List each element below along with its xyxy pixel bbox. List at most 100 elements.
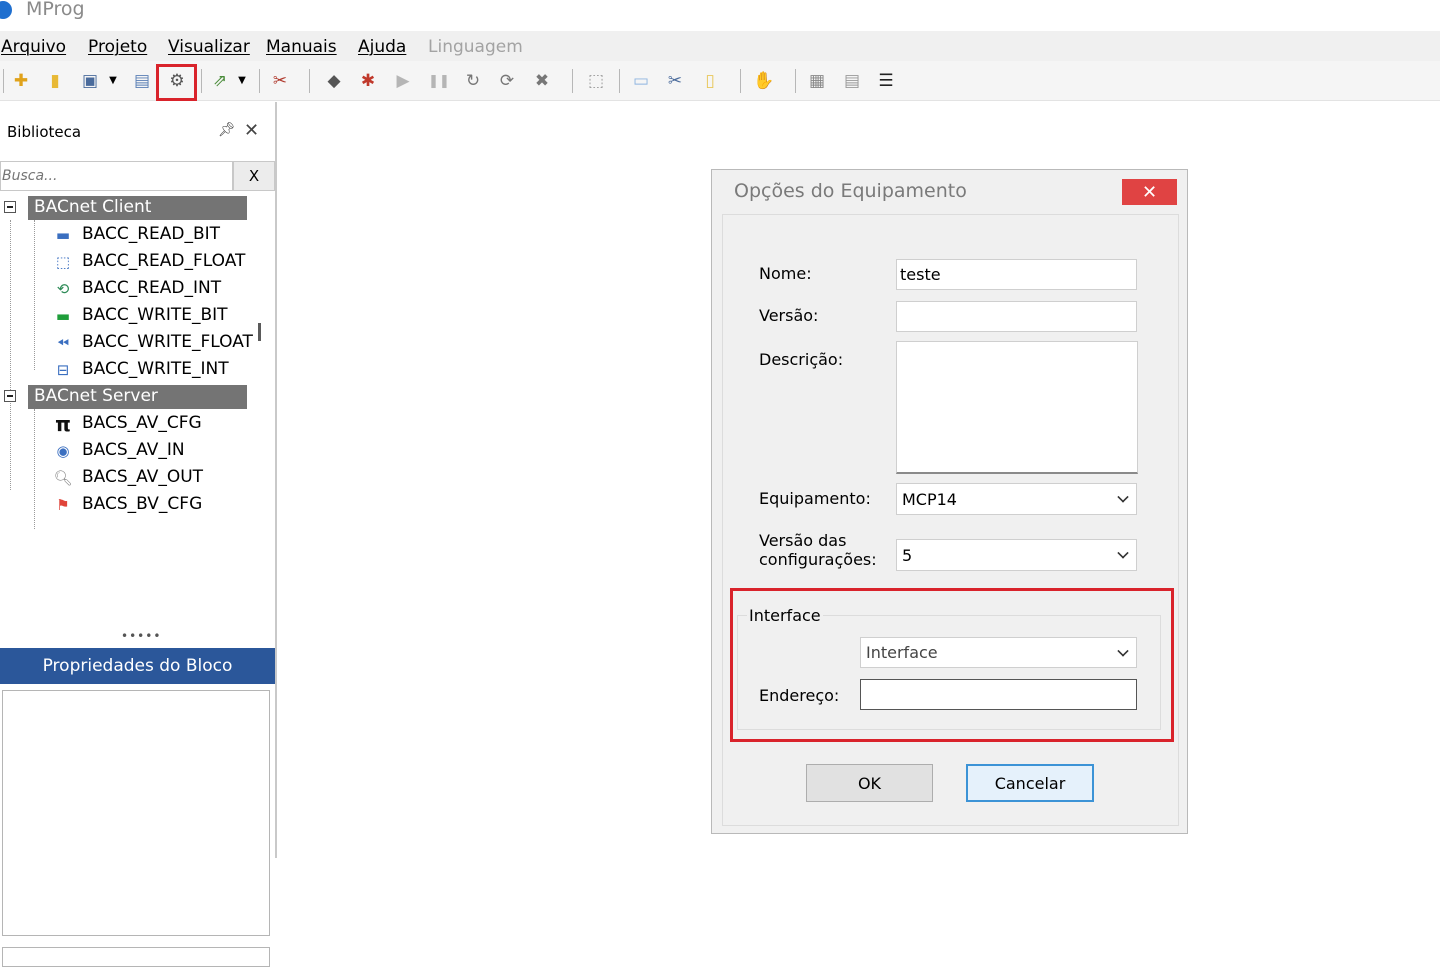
tree-item-label: BACS_AV_CFG — [82, 413, 202, 433]
cancel-button[interactable]: Cancelar — [966, 764, 1094, 802]
library-search-input[interactable] — [0, 161, 233, 191]
library-header: Biblioteca 📌︎ ✕ — [0, 102, 275, 158]
collapse-icon[interactable] — [4, 390, 16, 402]
interface-select-value: Interface — [866, 643, 938, 662]
green-bar-icon: ▬ — [55, 307, 71, 325]
tree-item-label: BACC_READ_INT — [82, 278, 222, 298]
tree-item-bacc-write-float[interactable]: ⏪︎ BACC_WRITE_FLOAT — [52, 329, 253, 356]
export-icon[interactable]: ⇗ — [209, 70, 231, 92]
tree-item-label: BACS_BV_CFG — [82, 494, 203, 514]
versao-label: Versão: — [759, 306, 819, 325]
splitter-handle[interactable]: ••••• — [121, 629, 161, 643]
menu-bar: Arquivo Projeto Visualizar Manuais Ajuda… — [0, 31, 1440, 61]
toolbar-separator — [309, 69, 310, 93]
menu-ajuda[interactable]: Ajuda — [358, 37, 406, 57]
group-label: BACnet Server — [34, 386, 158, 406]
tree-item-label: BACC_WRITE_FLOAT — [82, 332, 253, 352]
properties-header: Propriedades do Bloco — [0, 648, 275, 684]
close-icon[interactable]: ✕ — [244, 120, 259, 141]
list-icon[interactable]: ☰ — [875, 70, 897, 92]
stop-icon[interactable]: ✖ — [531, 70, 553, 92]
pause-icon[interactable]: ❚❚ — [428, 70, 450, 92]
flag-icon: ⚑ — [56, 496, 70, 514]
title-bar: MProg — [0, 0, 1440, 30]
tree-item-bacc-write-int[interactable]: ⊟ BACC_WRITE_INT — [52, 356, 252, 383]
descricao-label: Descrição: — [759, 350, 844, 369]
versao-config-select[interactable]: 5 — [896, 539, 1137, 571]
refresh-icon[interactable]: ⟳ — [496, 70, 518, 92]
endereco-label: Endereço: — [759, 686, 840, 705]
rewind-icon: ⏪︎ — [56, 334, 69, 352]
menu-projeto[interactable]: Projeto — [88, 37, 147, 57]
magnifier-icon: 🔍︎ — [53, 469, 73, 487]
chevron-down-icon — [1117, 644, 1129, 657]
paste-icon[interactable]: ▯ — [699, 70, 721, 92]
step-icon[interactable]: ↻ — [462, 70, 484, 92]
equipamento-select[interactable]: MCP14 — [896, 483, 1137, 515]
menu-linguagem[interactable]: Linguagem — [428, 37, 523, 57]
export-dropdown-icon[interactable]: ▼ — [235, 70, 249, 92]
print-icon[interactable]: ▤ — [131, 70, 153, 92]
interface-legend: Interface — [747, 606, 823, 625]
toolbar-separator — [740, 69, 741, 93]
app-title: MProg — [26, 0, 85, 20]
menu-visualizar[interactable]: Visualizar — [168, 37, 250, 57]
copy-icon[interactable]: ▭ — [630, 70, 652, 92]
debug-icon[interactable]: ◆ — [323, 70, 345, 92]
tree-group-bacnet-server[interactable]: BACnet Server — [0, 385, 247, 409]
split-box-icon: ⊟ — [56, 361, 70, 379]
tree-scrollbar[interactable] — [258, 323, 261, 341]
grid-icon[interactable]: ▦ — [806, 70, 828, 92]
collapse-icon[interactable] — [4, 201, 16, 213]
signal-icon: ◉ — [56, 442, 70, 460]
tree-item-bacs-bv-cfg[interactable]: ⚑ BACS_BV_CFG — [52, 491, 252, 518]
equipamento-value: MCP14 — [902, 489, 957, 509]
descricao-textarea[interactable] — [896, 341, 1138, 474]
tree-item-bacs-av-cfg[interactable]: π BACS_AV_CFG — [52, 410, 252, 437]
app-logo-icon — [0, 1, 12, 19]
library-title: Biblioteca — [7, 123, 82, 141]
pin-icon[interactable]: 📌︎ — [218, 122, 236, 138]
cut-icon[interactable]: ✂ — [664, 70, 686, 92]
library-tree: BACnet Client ▬ BACC_READ_BIT ⬚ BACC_REA… — [0, 196, 262, 626]
nome-input[interactable] — [896, 259, 1137, 290]
group-label: BACnet Client — [34, 197, 152, 217]
tree-item-label: BACC_WRITE_BIT — [82, 305, 228, 325]
tools-icon[interactable]: ✂ — [269, 70, 291, 92]
save-dropdown-icon[interactable]: ▼ — [106, 70, 120, 92]
ok-button[interactable]: OK — [806, 764, 933, 802]
tree-item-bacs-av-out[interactable]: 🔍︎ BACS_AV_OUT — [52, 464, 252, 491]
versao-config-label-line2: configurações: — [759, 550, 877, 569]
open-icon[interactable]: ▮ — [44, 70, 66, 92]
run-icon[interactable]: ▶ — [392, 70, 414, 92]
tree-item-bacc-write-bit[interactable]: ▬ BACC_WRITE_BIT — [52, 302, 252, 329]
versao-input[interactable] — [896, 301, 1137, 332]
interface-select[interactable]: Interface — [860, 637, 1137, 668]
tree-item-bacc-read-bit[interactable]: ▬ BACC_READ_BIT — [52, 221, 252, 248]
tree-item-label: BACC_WRITE_INT — [82, 359, 229, 379]
endereco-input[interactable] — [860, 679, 1137, 710]
equipment-options-dialog: Opções do Equipamento ✕ Nome: Versão: De… — [711, 169, 1188, 834]
new-icon[interactable]: ✚ — [10, 70, 32, 92]
menu-arquivo[interactable]: Arquivo — [1, 37, 66, 57]
toolbar-separator — [619, 69, 620, 93]
library-panel: Biblioteca 📌︎ ✕ X BACnet Client ▬ BACC_R… — [0, 102, 277, 967]
dialog-close-button[interactable]: ✕ — [1122, 179, 1177, 205]
tree-group-bacnet-client[interactable]: BACnet Client — [0, 196, 247, 220]
hand-icon[interactable]: ✋ — [753, 70, 775, 92]
search-clear-button[interactable]: X — [233, 161, 275, 191]
interface-groupbox — [737, 615, 1161, 730]
versao-config-label-line1: Versão das — [759, 531, 847, 550]
bug-icon[interactable]: ✱ — [357, 70, 379, 92]
toolbar: ✚ ▮ ▣ ▼ ▤ ⚙ ⇗ ▼ ✂ ◆ ✱ ▶ ❚❚ ↻ ⟳ ✖ ⬚ ▭ ✂ ▯… — [0, 61, 1440, 101]
tree-item-bacc-read-float[interactable]: ⬚ BACC_READ_FLOAT — [52, 248, 252, 275]
save-icon[interactable]: ▣ — [79, 70, 101, 92]
tree-item-bacc-read-int[interactable]: ⟲ BACC_READ_INT — [52, 275, 252, 302]
toolbar-separator — [795, 69, 796, 93]
dialog-title: Opções do Equipamento — [734, 180, 967, 202]
select-icon[interactable]: ⬚ — [585, 70, 607, 92]
chart-icon: ⬚ — [55, 253, 71, 271]
page-icon[interactable]: ▤ — [841, 70, 863, 92]
menu-manuais[interactable]: Manuais — [266, 37, 337, 57]
tree-item-bacs-av-in[interactable]: ◉ BACS_AV_IN — [52, 437, 252, 464]
